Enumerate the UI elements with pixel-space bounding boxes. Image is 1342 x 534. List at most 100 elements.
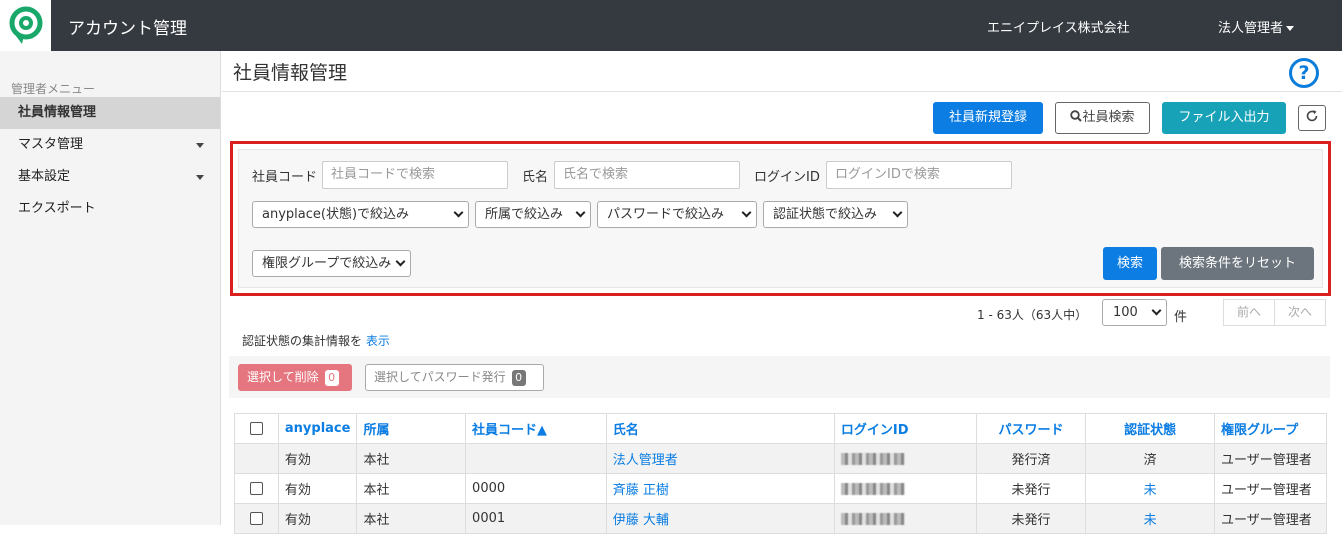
sidebar-item-label: 社員情報管理 [18, 105, 97, 120]
new-employee-button[interactable]: 社員新規登録 [933, 102, 1043, 134]
select-all-cell [234, 413, 279, 444]
refresh-icon [1306, 110, 1318, 122]
employee-search-button[interactable]: 社員検索 [1055, 102, 1150, 134]
employee-code-input[interactable]: 社員コードで検索 [322, 161, 508, 189]
caret-down-icon [196, 143, 204, 148]
department-select[interactable]: 所属で絞込み [475, 201, 591, 228]
login-id-cell [833, 473, 977, 504]
caret-down-icon [1286, 26, 1295, 31]
company-name: エニイプレイス株式会社 [987, 21, 1130, 36]
sidebar-item-export[interactable]: エクスポート [0, 193, 220, 225]
app-logo[interactable] [0, 0, 51, 51]
employee-table: anyplace 所属 社員コード▲ 氏名 ログインID パスワード 認証状態 … [234, 413, 1327, 534]
password-cell: 発行済 [975, 443, 1087, 474]
bulk-password-label: 選択してパスワード発行 [374, 370, 506, 384]
sidebar-item-basic-settings[interactable]: 基本設定 [0, 161, 220, 193]
divider [222, 91, 1342, 92]
column-header-anyplace[interactable]: anyplace [277, 413, 358, 444]
password-cell: 未発行 [975, 503, 1087, 534]
row-select-cell [234, 503, 279, 534]
department-select-value: 所属で絞込み [485, 207, 564, 222]
employee-name-link[interactable]: 法人管理者 [605, 443, 835, 474]
permission-group-select[interactable]: 権限グループで絞込み [252, 250, 411, 277]
login-id-input[interactable]: ログインIDで検索 [826, 161, 1012, 189]
column-header-auth-status[interactable]: 認証状態 [1085, 413, 1215, 444]
auth-status-select-value: 認証状態で絞込み [773, 207, 878, 222]
column-header-password[interactable]: パスワード [975, 413, 1087, 444]
anyplace-cell: 有効 [277, 443, 358, 474]
redacted-login-id [840, 452, 905, 465]
help-icon[interactable]: ? [1289, 58, 1319, 88]
file-io-button[interactable]: ファイル入出力 [1162, 102, 1286, 134]
column-header-employee-code[interactable]: 社員コード▲ [465, 413, 607, 444]
department-cell: 本社 [356, 443, 467, 474]
bulk-action-bar: 選択して削除 0 選択してパスワード発行 0 [229, 356, 1330, 398]
sidebar: 管理者メニュー 社員情報管理 マスタ管理 基本設定 エクスポート [0, 51, 221, 525]
auth-stats-line: 認証状態の集計情報を 表示 [242, 332, 390, 349]
employee-name-link[interactable]: 斉藤 正樹 [605, 473, 835, 504]
password-select[interactable]: パスワードで絞込み [597, 201, 757, 228]
permission-group-select-value: 権限グループで絞込み [262, 256, 392, 271]
show-stats-link[interactable]: 表示 [366, 334, 390, 348]
bulk-delete-count: 0 [324, 369, 339, 386]
employee-code-cell: 0001 [465, 503, 607, 534]
employee-search-label: 社員検索 [1082, 110, 1135, 125]
sidebar-item-employee-info[interactable]: 社員情報管理 [0, 97, 220, 129]
password-select-value: パスワードで絞込み [607, 207, 725, 222]
bulk-delete-button[interactable]: 選択して削除 0 [238, 364, 352, 391]
permission-group-cell: ユーザー管理者 [1214, 473, 1327, 504]
column-header-name[interactable]: 氏名 [605, 413, 835, 444]
login-id-label: ログインID [754, 170, 820, 185]
name-input[interactable]: 氏名で検索 [554, 161, 740, 189]
search-icon [1070, 110, 1083, 122]
reset-search-button[interactable]: 検索条件をリセット [1161, 247, 1314, 280]
anyplace-status-select[interactable]: anyplace(状態)で絞込み [252, 201, 469, 228]
employee-name-link[interactable]: 伊藤 大輔 [605, 503, 835, 534]
sidebar-item-label: 基本設定 [18, 169, 71, 184]
next-page-button[interactable]: 次へ [1274, 299, 1326, 326]
anyplace-cell: 有効 [277, 503, 358, 534]
permission-group-cell: ユーザー管理者 [1214, 443, 1327, 474]
user-menu-label: 法人管理者 [1218, 21, 1284, 36]
user-menu[interactable]: 法人管理者 [1218, 17, 1295, 36]
column-header-login-id[interactable]: ログインID [833, 413, 977, 444]
sidebar-item-label: エクスポート [18, 201, 96, 216]
login-id-cell [833, 443, 977, 474]
anyplace-cell: 有効 [277, 473, 358, 504]
employee-code-label: 社員コード [252, 170, 318, 185]
sidebar-item-master[interactable]: マスタ管理 [0, 129, 220, 161]
login-id-cell [833, 503, 977, 534]
per-page-value: 100 [1113, 305, 1138, 320]
top-bar: アカウント管理 エニイプレイス株式会社 法人管理者 [0, 0, 1342, 51]
bulk-delete-label: 選択して削除 [247, 370, 319, 384]
auth-status-select[interactable]: 認証状態で絞込み [763, 201, 908, 228]
column-header-permission-group[interactable]: 権限グループ [1214, 413, 1327, 444]
caret-down-icon [196, 175, 204, 180]
logo-icon [9, 6, 42, 44]
chevron-down-icon [453, 207, 464, 218]
department-cell: 本社 [356, 503, 467, 534]
page-title: 社員情報管理 [233, 62, 348, 84]
anyplace-status-select-value: anyplace(状態)で絞込み [262, 207, 410, 222]
employee-code-cell [465, 443, 607, 474]
auth-status-link[interactable]: 未 [1085, 473, 1215, 504]
row-checkbox[interactable] [249, 512, 263, 525]
permission-group-cell: ユーザー管理者 [1214, 503, 1327, 534]
row-checkbox[interactable] [249, 482, 263, 495]
row-select-cell [234, 473, 279, 504]
refresh-button[interactable] [1298, 105, 1326, 131]
column-header-department[interactable]: 所属 [356, 413, 467, 444]
search-form: 社員コード 社員コードで検索 氏名 氏名で検索 ログインID ログインIDで検索… [238, 149, 1323, 288]
table-row: 有効 本社 0001 伊藤 大輔 未発行 未 ユーザー管理者 [234, 503, 1327, 534]
employee-code-cell: 0000 [465, 473, 607, 504]
per-page-select[interactable]: 100 [1102, 299, 1167, 326]
row-select-cell [234, 443, 279, 474]
search-button[interactable]: 検索 [1103, 247, 1157, 280]
chevron-down-icon [395, 256, 406, 267]
prev-page-button[interactable]: 前へ [1223, 299, 1275, 326]
bulk-password-issue-button[interactable]: 選択してパスワード発行 0 [365, 364, 544, 391]
auth-status-link[interactable]: 未 [1085, 503, 1215, 534]
sidebar-item-label: マスタ管理 [18, 137, 84, 152]
select-all-checkbox[interactable] [249, 422, 263, 435]
sidebar-heading: 管理者メニュー [11, 82, 96, 96]
